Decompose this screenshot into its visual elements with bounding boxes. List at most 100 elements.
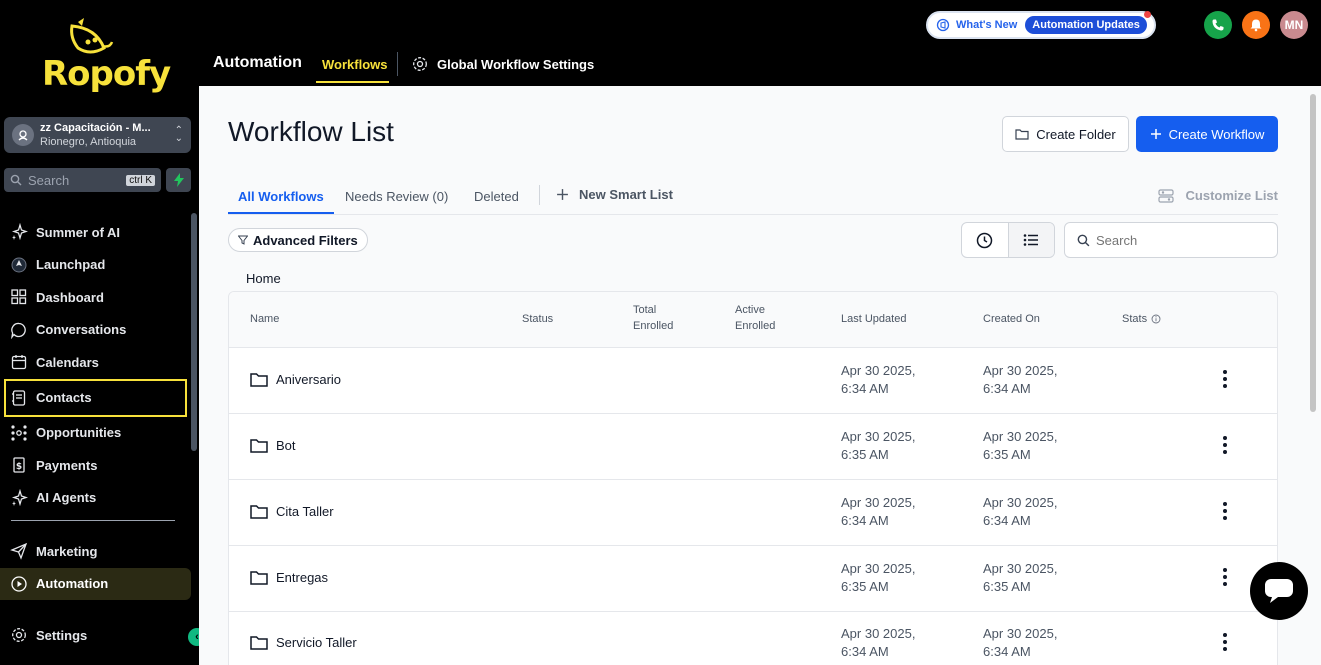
workflow-search[interactable] bbox=[1064, 222, 1278, 258]
workflow-folder-name[interactable]: Aniversario bbox=[250, 372, 341, 387]
row-menu-kebab-icon[interactable] bbox=[1221, 502, 1229, 523]
sparkle-icon bbox=[11, 488, 28, 507]
sidebar-item-payments[interactable]: $ Payments bbox=[0, 449, 191, 482]
info-icon bbox=[1151, 314, 1161, 324]
sidebar-item-automation[interactable]: Automation bbox=[0, 567, 191, 600]
main-content: Workflow List Create Folder Create Workf… bbox=[199, 86, 1321, 665]
brand-name: Ropofy bbox=[42, 54, 171, 94]
sidebar-item-label: Settings bbox=[36, 627, 88, 643]
sidebar-item-contacts[interactable]: Contacts bbox=[4, 378, 187, 417]
workflow-folder-name[interactable]: Bot bbox=[250, 438, 296, 453]
sidebar-item-calendars[interactable]: Calendars bbox=[0, 346, 191, 379]
quick-actions-button[interactable] bbox=[166, 168, 191, 192]
chat-widget-button[interactable] bbox=[1250, 562, 1308, 620]
row-menu-kebab-icon[interactable] bbox=[1221, 633, 1229, 654]
time-line: 6:34 AM bbox=[841, 381, 889, 396]
table-row[interactable]: Servicio Taller Apr 30 2025, 6:34 AM Apr … bbox=[229, 611, 1277, 665]
tab-label: Global Workflow Settings bbox=[437, 56, 595, 72]
table-row[interactable]: Cita Taller Apr 30 2025, 6:34 AM Apr 30 2… bbox=[229, 480, 1277, 546]
plus-icon bbox=[1150, 129, 1161, 139]
date-line: Apr 30 2025, bbox=[841, 561, 916, 576]
folder-icon bbox=[250, 505, 268, 519]
tab-needs-review[interactable]: Needs Review (0) bbox=[345, 189, 448, 204]
sidebar-scrollbar[interactable] bbox=[191, 213, 197, 451]
table-row[interactable]: Entregas Apr 30 2025, 6:35 AM Apr 30 2025… bbox=[229, 546, 1277, 612]
sidebar-item-label: Launchpad bbox=[36, 257, 106, 273]
time-line: 6:34 AM bbox=[983, 644, 1031, 659]
column-name[interactable]: Name bbox=[250, 311, 279, 327]
phone-button[interactable] bbox=[1204, 11, 1232, 39]
tab-label: New Smart List bbox=[579, 187, 673, 202]
column-status[interactable]: Status bbox=[522, 311, 553, 327]
search-input[interactable] bbox=[1096, 232, 1256, 248]
column-created-on[interactable]: Created On bbox=[983, 311, 1040, 327]
breadcrumb[interactable]: Home bbox=[246, 271, 281, 286]
create-folder-button[interactable]: Create Folder bbox=[1002, 116, 1129, 152]
main-scrollbar[interactable] bbox=[1310, 94, 1316, 412]
tab-deleted[interactable]: Deleted bbox=[474, 189, 519, 204]
automation-updates-pill[interactable]: Automation Updates bbox=[1025, 16, 1147, 34]
column-stats[interactable]: Stats bbox=[1122, 311, 1161, 327]
time-line: 6:34 AM bbox=[841, 513, 889, 528]
customize-list-button[interactable]: Customize List bbox=[1157, 188, 1278, 203]
sidebar-item-dashboard[interactable]: Dashboard bbox=[0, 281, 191, 314]
brand-logo[interactable]: Ropofy bbox=[38, 18, 171, 102]
megaphone-icon bbox=[936, 18, 950, 32]
workflow-folder-name[interactable]: Entregas bbox=[250, 570, 328, 585]
column-label: Enrolled bbox=[633, 320, 674, 332]
sidebar-item-conversations[interactable]: Conversations bbox=[0, 314, 191, 347]
column-last-updated[interactable]: Last Updated bbox=[841, 311, 906, 327]
sidebar-item-ai-agents[interactable]: AI Agents bbox=[0, 482, 191, 515]
sidebar-item-label: Opportunities bbox=[36, 425, 122, 441]
customize-label: Customize List bbox=[1185, 188, 1278, 203]
date-line: Apr 30 2025, bbox=[983, 429, 1058, 444]
table-row[interactable]: Bot Apr 30 2025, 6:35 AM Apr 30 2025, 6:35… bbox=[229, 414, 1277, 480]
table-row[interactable]: Aniversario Apr 30 2025, 6:34 AM Apr 30 2… bbox=[229, 348, 1277, 414]
advanced-filters-button[interactable]: Advanced Filters bbox=[228, 228, 368, 252]
account-switcher[interactable]: zz Capacitación - M... Rionegro, Antioqu… bbox=[4, 117, 191, 153]
sidebar-item-summer-of-ai[interactable]: Summer of AI bbox=[0, 216, 191, 249]
sidebar-nav-secondary: Marketing Automation bbox=[0, 535, 191, 600]
row-menu-kebab-icon[interactable] bbox=[1221, 568, 1229, 589]
tab-all-workflows[interactable]: All Workflows bbox=[238, 189, 324, 204]
tab-workflows[interactable]: Workflows bbox=[322, 57, 388, 72]
list-icon bbox=[1023, 234, 1039, 246]
user-avatar[interactable]: MN bbox=[1280, 11, 1308, 39]
sidebar-item-marketing[interactable]: Marketing bbox=[0, 535, 191, 568]
location-icon bbox=[12, 124, 34, 146]
sidebar-item-label: Summer of AI bbox=[36, 224, 121, 240]
time-line: 6:35 AM bbox=[983, 447, 1031, 462]
whats-new-banner[interactable]: What's New Automation Updates bbox=[926, 11, 1156, 39]
contacts-icon bbox=[12, 389, 26, 406]
send-icon bbox=[10, 543, 28, 561]
row-menu-kebab-icon[interactable] bbox=[1221, 436, 1229, 457]
time-line: 6:34 AM bbox=[841, 644, 889, 659]
workflow-folder-name[interactable]: Servicio Taller bbox=[250, 635, 357, 650]
list-view-button[interactable] bbox=[1007, 223, 1054, 257]
date-line: Apr 30 2025, bbox=[983, 561, 1058, 576]
last-updated-cell: Apr 30 2025, 6:34 AM bbox=[841, 362, 915, 398]
sidebar-item-opportunities[interactable]: Opportunities bbox=[0, 417, 191, 450]
time-line: 6:35 AM bbox=[841, 447, 889, 462]
sidebar-item-launchpad[interactable]: Launchpad bbox=[0, 249, 191, 282]
new-smart-list-button[interactable]: New Smart List bbox=[556, 187, 673, 202]
folder-icon bbox=[250, 373, 268, 387]
sidebar-search[interactable]: Search ctrl K bbox=[4, 168, 161, 192]
svg-text:$: $ bbox=[16, 462, 22, 472]
column-label: Stats bbox=[1122, 313, 1148, 325]
chat-icon bbox=[11, 322, 26, 339]
row-name-label: Servicio Taller bbox=[276, 635, 357, 650]
tab-global-workflow-settings[interactable]: Global Workflow Settings bbox=[411, 55, 594, 73]
sidebar-item-settings[interactable]: Settings bbox=[0, 619, 191, 652]
workflow-folder-name[interactable]: Cita Taller bbox=[250, 504, 334, 519]
column-active-enrolled[interactable]: Active Enrolled bbox=[735, 302, 775, 334]
gear-icon bbox=[12, 628, 26, 643]
row-name-label: Aniversario bbox=[276, 372, 342, 387]
recent-view-button[interactable] bbox=[962, 223, 1008, 257]
row-menu-kebab-icon[interactable] bbox=[1221, 370, 1229, 391]
create-workflow-button[interactable]: Create Workflow bbox=[1136, 116, 1278, 152]
notifications-button[interactable] bbox=[1242, 11, 1270, 39]
time-line: 6:34 AM bbox=[983, 381, 1031, 396]
column-total-enrolled[interactable]: Total Enrolled bbox=[633, 302, 673, 334]
whats-new-label: What's New bbox=[956, 19, 1018, 31]
